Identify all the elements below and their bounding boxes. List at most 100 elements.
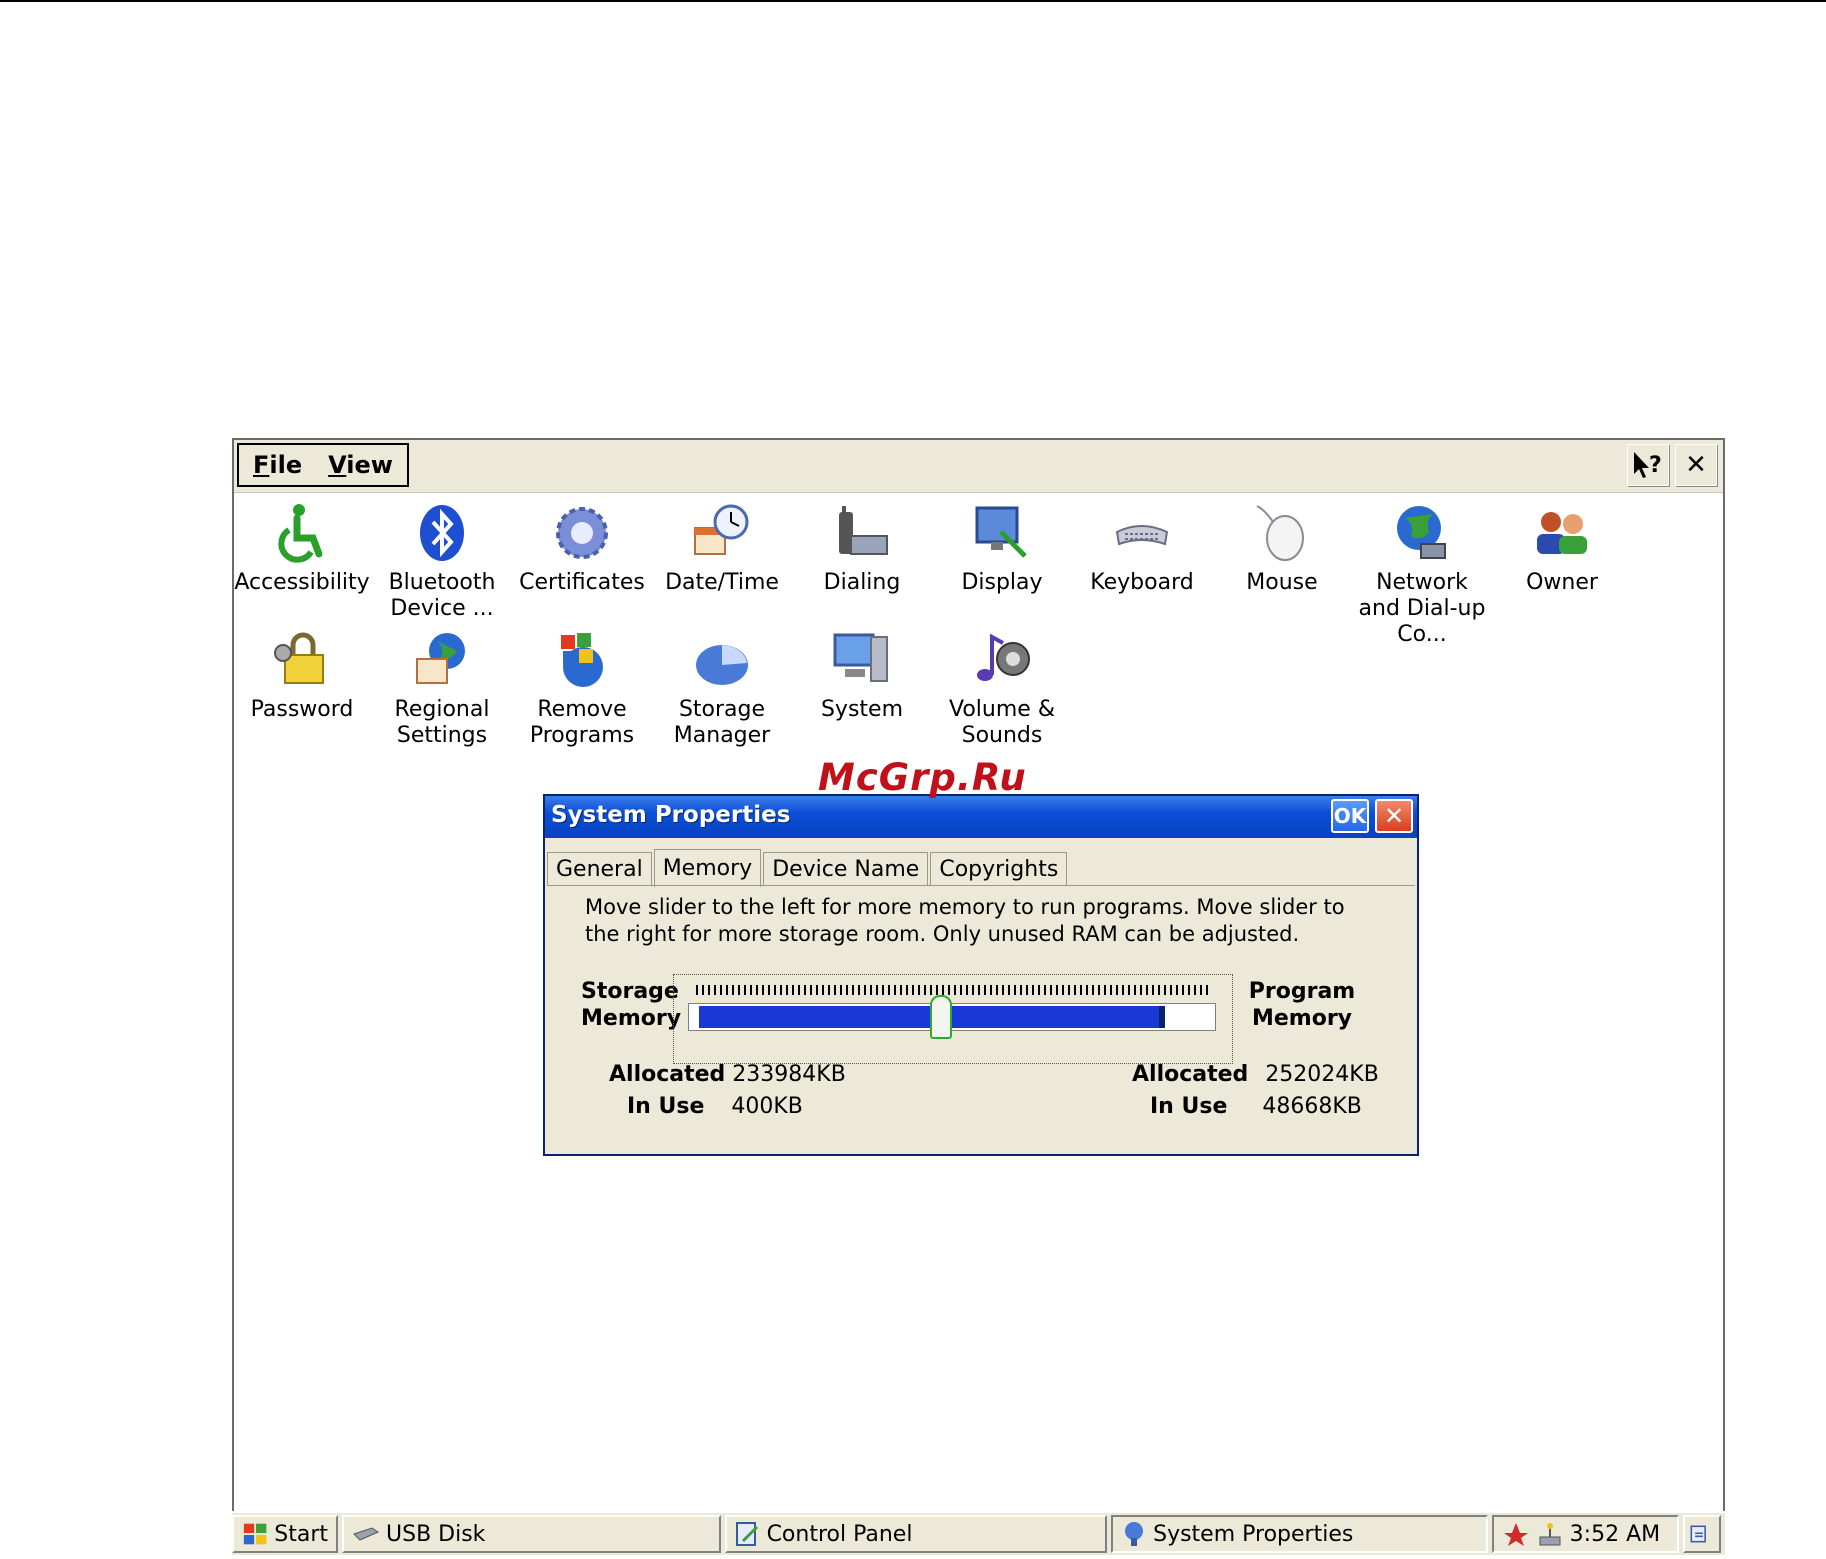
- storage-allocated: Allocated 233984KB: [609, 1062, 846, 1087]
- storage-memory-label: Storage Memory: [581, 979, 682, 1031]
- program-inuse-label: In Use: [1150, 1094, 1228, 1119]
- tray-status-icon[interactable]: [1502, 1521, 1530, 1547]
- taskbar-item-usb-disk[interactable]: USB Disk: [342, 1515, 721, 1553]
- tab-copyrights[interactable]: Copyrights: [930, 852, 1068, 886]
- system-tray: 3:52 AM: [1491, 1515, 1679, 1553]
- memory-slider-thumb[interactable]: [930, 995, 953, 1039]
- cp-item-password[interactable]: Password: [234, 629, 372, 723]
- volume-icon: [977, 633, 1030, 681]
- cp-item-volume[interactable]: Volume & Sounds: [932, 629, 1072, 749]
- display-icon: [975, 506, 1027, 558]
- top-rule: [0, 0, 1826, 2]
- tab-general[interactable]: General: [547, 852, 652, 886]
- tab-device-name[interactable]: Device Name: [763, 852, 929, 886]
- cp-item-datetime[interactable]: Date/Time: [652, 502, 792, 596]
- storage-allocated-label: Allocated: [609, 1062, 726, 1087]
- taskbar-item-label: USB Disk: [386, 1521, 486, 1547]
- bluetooth-icon: [420, 505, 464, 561]
- datetime-icon: [694, 504, 749, 555]
- dialog-ok-button[interactable]: OK: [1331, 799, 1369, 833]
- cp-item-display[interactable]: Display: [932, 502, 1072, 596]
- owner-icon: [1537, 512, 1587, 554]
- system-properties-dialog: System Properties OK ✕ General Memory De…: [543, 794, 1419, 1156]
- network-icon: [1397, 506, 1446, 559]
- item-label: Remove Programs: [529, 697, 635, 748]
- system-icon: [833, 633, 888, 682]
- item-label: System: [820, 697, 904, 722]
- cp-item-mouse[interactable]: Mouse: [1212, 502, 1352, 596]
- item-label: Network and Dial-up Co...: [1358, 570, 1486, 647]
- menu-view[interactable]: View: [328, 451, 393, 479]
- item-label: Dialing: [823, 570, 901, 595]
- storage-allocated-value: 233984KB: [732, 1062, 846, 1087]
- menu-group: File View: [237, 443, 409, 487]
- cp-item-network[interactable]: Network and Dial-up Co...: [1352, 502, 1492, 648]
- item-label: Storage Manager: [673, 697, 771, 748]
- memory-description: Move slider to the left for more memory …: [585, 895, 1345, 946]
- storage-inuse-label: In Use: [627, 1094, 705, 1119]
- close-icon: ✕: [1685, 450, 1707, 480]
- storage-inuse-value: 400KB: [731, 1094, 803, 1119]
- taskbar: Start USB Disk Control Panel System Prop…: [232, 1511, 1725, 1555]
- menu-bar: File View ? ✕: [234, 440, 1723, 493]
- control-panel-icons: Accessibility Bluetooth Device ... Certi…: [234, 494, 1723, 754]
- start-label: Start: [274, 1521, 328, 1547]
- taskbar-item-control-panel[interactable]: Control Panel: [724, 1515, 1108, 1553]
- cp-item-regional[interactable]: Regional Settings: [372, 629, 512, 749]
- item-label: Keyboard: [1090, 570, 1194, 595]
- regional-icon: [416, 633, 465, 684]
- tab-memory[interactable]: Memory: [653, 849, 762, 887]
- memory-tab-panel: Move slider to the left for more memory …: [547, 885, 1415, 1152]
- clock[interactable]: 3:52 AM: [1570, 1522, 1660, 1547]
- dialog-titlebar: System Properties OK ✕: [545, 796, 1417, 838]
- cp-item-certificates[interactable]: Certificates: [512, 502, 652, 596]
- show-desktop-icon: [1690, 1525, 1706, 1543]
- mouse-icon: [1256, 505, 1304, 561]
- cp-item-keyboard[interactable]: Keyboard: [1072, 502, 1212, 596]
- program-allocated-label: Allocated: [1132, 1062, 1249, 1087]
- program-allocated: Allocated 252024KB: [1132, 1062, 1379, 1087]
- storage-inuse: In Use 400KB: [627, 1094, 803, 1119]
- usb-disk-icon: [353, 1527, 380, 1541]
- item-label: Date/Time: [665, 570, 779, 595]
- cp-item-accessibility[interactable]: Accessibility: [234, 502, 372, 596]
- desktop-button[interactable]: [1683, 1515, 1721, 1553]
- cp-item-storage-manager[interactable]: Storage Manager: [652, 629, 792, 749]
- item-label: Display: [961, 570, 1043, 595]
- control-panel-icon: [735, 1522, 758, 1546]
- memory-slider-box: [673, 974, 1233, 1064]
- cp-item-bluetooth[interactable]: Bluetooth Device ...: [372, 502, 512, 622]
- start-button[interactable]: Start: [232, 1515, 338, 1553]
- item-label: Regional Settings: [394, 697, 490, 748]
- cp-item-dialing[interactable]: Dialing: [792, 502, 932, 596]
- system-properties-icon: [1125, 1522, 1144, 1546]
- help-button[interactable]: ?: [1627, 444, 1669, 486]
- cp-item-remove-programs[interactable]: Remove Programs: [512, 629, 652, 749]
- item-label: Password: [250, 697, 354, 722]
- program-memory-label: Program Memory: [1248, 979, 1356, 1031]
- dialog-title: System Properties: [551, 802, 791, 828]
- dialog-close-button[interactable]: ✕: [1375, 799, 1413, 833]
- cp-item-owner[interactable]: Owner: [1492, 502, 1632, 596]
- item-label: Owner: [1526, 570, 1598, 595]
- dialing-icon: [839, 506, 888, 555]
- help-pointer-icon: ?: [1634, 452, 1662, 478]
- item-label: Bluetooth Device ...: [388, 570, 496, 621]
- tray-network-icon[interactable]: [1536, 1521, 1564, 1547]
- svg-text:?: ?: [1649, 453, 1662, 478]
- password-icon: [274, 632, 324, 684]
- taskbar-item-label: System Properties: [1153, 1521, 1354, 1547]
- item-label: Certificates: [519, 570, 645, 595]
- item-label: Mouse: [1246, 570, 1318, 595]
- item-label: Volume & Sounds: [949, 697, 1055, 748]
- remove-programs-icon: [561, 633, 603, 687]
- windows-flag-icon: [243, 1523, 267, 1545]
- menu-file[interactable]: File: [253, 451, 302, 479]
- storage-manager-icon: [696, 645, 748, 685]
- taskbar-item-system-properties[interactable]: System Properties: [1111, 1515, 1488, 1553]
- cp-item-system[interactable]: System: [792, 629, 932, 723]
- close-button[interactable]: ✕: [1675, 444, 1717, 486]
- dialog-tabs: General Memory Device Name Copyrights: [547, 848, 1069, 887]
- keyboard-icon: [1115, 525, 1169, 546]
- program-allocated-value: 252024KB: [1265, 1062, 1379, 1087]
